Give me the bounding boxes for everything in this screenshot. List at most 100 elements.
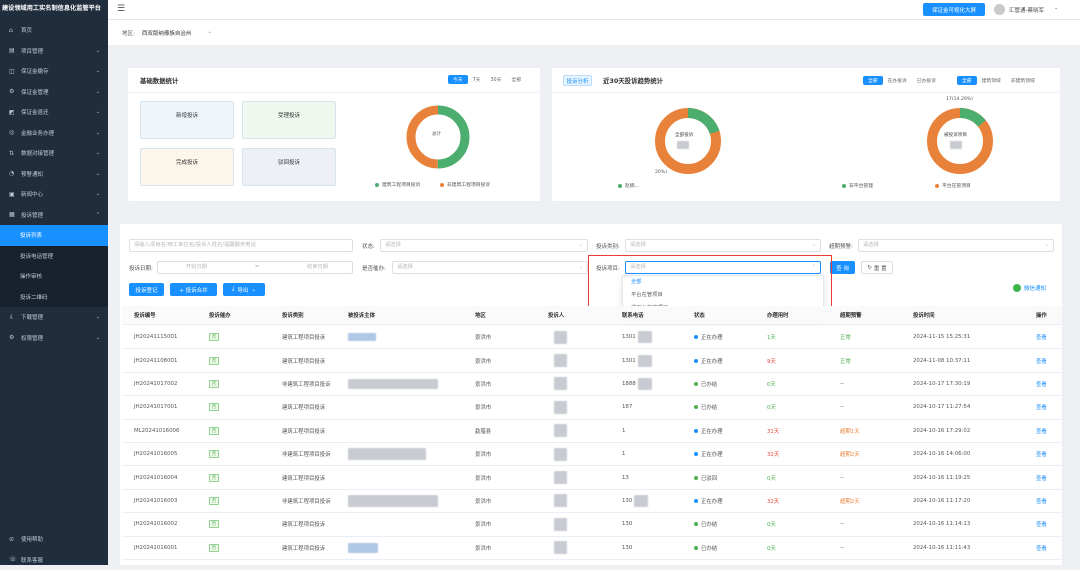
status-tab-inprogress[interactable]: 在办投诉 xyxy=(883,76,912,85)
view-link[interactable]: 查看 xyxy=(1036,427,1047,435)
region: 景洪市 xyxy=(475,403,491,411)
tile-rejected-complaints[interactable]: 驳回投诉 xyxy=(242,148,336,186)
overdue-select[interactable]: 请选择⌄ xyxy=(858,239,1054,252)
tile-new-complaints[interactable]: 新增投诉 xyxy=(140,101,234,139)
reset-button[interactable]: ↻重 置 xyxy=(861,261,893,274)
table-row[interactable]: JH20241016004否建筑工程项目投诉景洪市13已驳回0天--2024-1… xyxy=(122,466,1062,489)
status-tab-all[interactable]: 全部 xyxy=(863,76,883,85)
view-link[interactable]: 查看 xyxy=(1036,520,1047,528)
region: 景洪市 xyxy=(475,497,491,505)
complaint-type: 非建筑工程项目投诉 xyxy=(282,497,331,505)
refresh-icon: ↻ xyxy=(867,265,872,271)
region-select[interactable]: 西双版纳傣族自治州⌄ xyxy=(142,29,212,37)
cell-action[interactable]: 查看 xyxy=(1036,490,1047,512)
cell-action[interactable]: 查看 xyxy=(1036,443,1047,465)
sidebar-item[interactable]: ◎金融业务办理⌄ xyxy=(0,123,108,144)
cell-action[interactable]: 查看 xyxy=(1036,326,1047,348)
domain-tab-nonbuilding[interactable]: 非建筑领域 xyxy=(1006,76,1040,85)
option-all[interactable]: 全部 xyxy=(623,276,823,289)
tab-complaint-analysis[interactable]: 投诉分析 xyxy=(563,75,592,86)
view-link[interactable]: 查看 xyxy=(1036,403,1047,411)
table-row[interactable]: JH20241115001否建筑工程项目投诉景洪市1301正在办理1天正常202… xyxy=(122,326,1062,349)
sidebar-item[interactable]: ⇩下载管理⌄ xyxy=(0,307,108,328)
range-tab-7d[interactable]: 7天 xyxy=(468,75,486,84)
sidebar-item[interactable]: ◔预警通知⌄ xyxy=(0,164,108,185)
sidebar-item[interactable]: ◩保证金退还⌄ xyxy=(0,102,108,123)
cell-action[interactable]: 查看 xyxy=(1036,513,1047,535)
cell-region: 景洪市 xyxy=(475,513,491,535)
cell-status: 正在办理 xyxy=(694,349,723,371)
user-name[interactable]: 汇管通-蔡晓军 xyxy=(1009,6,1044,14)
chevron-down-icon[interactable]: ⌄ xyxy=(1054,5,1058,11)
view-link[interactable]: 查看 xyxy=(1036,544,1047,552)
view-link[interactable]: 查看 xyxy=(1036,380,1047,388)
visual-screen-button[interactable]: 保证金可视化大屏 xyxy=(923,3,985,16)
sidebar-item[interactable]: ◫保证金缴存⌄ xyxy=(0,61,108,82)
region: 勐腊县 xyxy=(475,427,491,435)
table-row[interactable]: JH20241017001否建筑工程项目投诉景洪市187已办结0天--2024-… xyxy=(122,396,1062,419)
cell-complainant xyxy=(554,349,567,371)
range-tab-today[interactable]: 今天 xyxy=(448,75,468,84)
view-link[interactable]: 查看 xyxy=(1036,333,1047,341)
view-link[interactable]: 查看 xyxy=(1036,474,1047,482)
range-tab-all[interactable]: 全部 xyxy=(506,75,526,84)
range-tab-30d[interactable]: 30天 xyxy=(485,75,506,84)
tile-accepted-complaints[interactable]: 受理投诉 xyxy=(242,101,336,139)
elapsed-days: 0天 xyxy=(767,520,776,528)
tile-completed-complaints[interactable]: 完成投诉 xyxy=(140,148,234,186)
sidebar-item[interactable]: ▤项目管理⌄ xyxy=(0,41,108,62)
table-row[interactable]: JH20241016005否非建筑工程项目投诉景洪市1正在办理32天超期2天20… xyxy=(122,443,1062,466)
status-tab-done[interactable]: 已办投诉 xyxy=(912,76,941,85)
sidebar-item[interactable]: ▦投诉管理⌃ xyxy=(0,205,108,226)
table-row[interactable]: ML20241016006否建筑工程项目投诉勐腊县1正在办理31天超期1天202… xyxy=(122,420,1062,443)
sidebar-subitem[interactable]: 投诉电话管理 xyxy=(0,246,108,267)
view-link[interactable]: 查看 xyxy=(1036,450,1047,458)
urge-tag: 否 xyxy=(209,474,219,482)
cell-action[interactable]: 查看 xyxy=(1036,396,1047,418)
project-select[interactable]: 请选择⌃ xyxy=(625,261,821,274)
home-icon: ⌂ xyxy=(9,27,17,34)
table-row[interactable]: JH20241016001否建筑工程项目投诉景洪市130已办结0天--2024-… xyxy=(122,537,1062,560)
sidebar-subitem[interactable]: 投诉二维码 xyxy=(0,287,108,308)
cell-action[interactable]: 查看 xyxy=(1036,349,1047,371)
cell-action[interactable]: 查看 xyxy=(1036,466,1047,488)
sidebar-item[interactable]: ⇅数据对接管理⌄ xyxy=(0,143,108,164)
urge-select[interactable]: 请选择⌄ xyxy=(392,261,588,274)
sidebar-item[interactable]: ☏联系客服 xyxy=(0,550,108,570)
refund-icon: ◩ xyxy=(9,109,17,116)
sidebar-item[interactable]: ⊘使用帮助 xyxy=(0,529,108,550)
view-link[interactable]: 查看 xyxy=(1036,357,1047,365)
table-row[interactable]: JH20241016003否非建筑工程项目投诉景洪市130正在办理32天超期2天… xyxy=(122,490,1062,513)
redacted-value xyxy=(677,141,689,149)
domain-tab-all[interactable]: 全部 xyxy=(957,76,977,85)
cell-region: 景洪市 xyxy=(475,466,491,488)
menu-toggle-icon[interactable]: ☰ xyxy=(117,4,125,14)
export-button[interactable]: ⤓导出⌄ xyxy=(223,283,265,296)
keyword-search-input[interactable]: 请输入项目名/用工单位名/投诉人姓名/提醒服务电话 xyxy=(129,239,353,252)
table-row[interactable]: JH20241016002否建筑工程项目投诉景洪市130已办结0天--2024-… xyxy=(122,513,1062,536)
domain-tab-building[interactable]: 建筑领域 xyxy=(977,76,1006,85)
sidebar-item[interactable]: ⌂首页 xyxy=(0,20,108,41)
cell-action[interactable]: 查看 xyxy=(1036,373,1047,395)
avatar[interactable] xyxy=(994,4,1005,15)
cell-type: 建筑工程项目投诉 xyxy=(282,420,325,442)
table-row[interactable]: JH20241017002否非建筑工程项目投诉景洪市1888已办结0天--202… xyxy=(122,373,1062,396)
merge-complaint-button[interactable]: + 投诉合并 xyxy=(170,283,217,296)
register-complaint-button[interactable]: 投诉登记 xyxy=(129,283,164,296)
date-range-picker[interactable]: 开始日期~结束日期 xyxy=(157,261,353,274)
option-on-platform[interactable]: 平台在管项目 xyxy=(623,289,823,302)
cell-action[interactable]: 查看 xyxy=(1036,420,1047,442)
cell-action[interactable]: 查看 xyxy=(1036,537,1047,559)
sidebar-subitem[interactable]: 投诉列表 xyxy=(0,225,108,246)
wechat-notify-button[interactable]: 微信通知 xyxy=(1013,284,1046,292)
sidebar-item[interactable]: ⚙权限管理⌄ xyxy=(0,328,108,349)
view-link[interactable]: 查看 xyxy=(1036,497,1047,505)
sidebar-item[interactable]: ▣新闻中心⌄ xyxy=(0,184,108,205)
sidebar-item[interactable]: ⚙保证金管理⌄ xyxy=(0,82,108,103)
status-select[interactable]: 请选择⌄ xyxy=(380,239,588,252)
type-select[interactable]: 请选择⌄ xyxy=(625,239,821,252)
query-button[interactable]: 查 询 xyxy=(830,261,855,274)
sidebar-subitem[interactable]: 操作审核 xyxy=(0,266,108,287)
table-row[interactable]: JH20241108001否建筑工程项目投诉景洪市1301正在办理9天正常202… xyxy=(122,349,1062,372)
cell-subject xyxy=(348,490,438,512)
